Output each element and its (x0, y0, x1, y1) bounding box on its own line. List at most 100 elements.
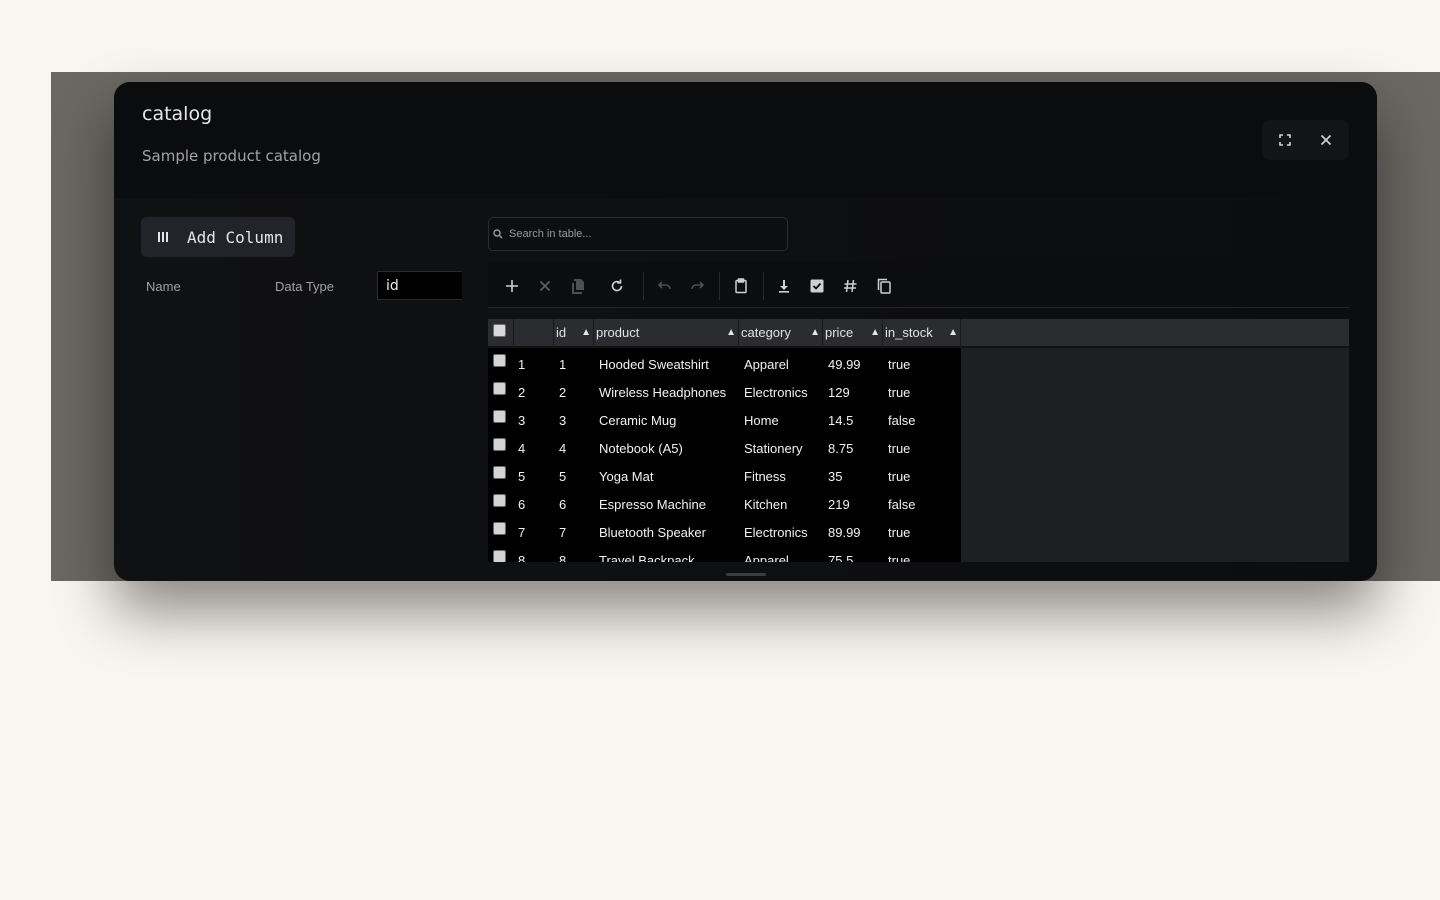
row-number-cell[interactable]: 1 (518, 350, 525, 378)
cell-product[interactable]: Travel Backpack (599, 546, 695, 562)
select-all-checkbox[interactable] (493, 324, 506, 337)
cell-category[interactable]: Home (744, 406, 779, 434)
row-numbers-button[interactable] (836, 273, 864, 299)
cell-category[interactable]: Apparel (744, 546, 789, 562)
paste-button[interactable] (727, 273, 755, 299)
close-button[interactable] (1313, 128, 1339, 152)
table-row[interactable]: 5 5 Yoga Mat Fitness 35 true (488, 462, 961, 490)
search-input[interactable] (509, 228, 769, 240)
cell-in-stock[interactable]: true (888, 546, 910, 562)
row-checkbox[interactable] (493, 354, 506, 367)
download-icon (779, 280, 789, 293)
column-header-id[interactable]: id ▲ (554, 319, 594, 348)
column-header-price[interactable]: price ▲ (823, 319, 883, 348)
row-number-cell[interactable]: 8 (518, 546, 525, 562)
refresh-button[interactable] (603, 273, 631, 299)
cell-product[interactable]: Wireless Headphones (599, 378, 726, 406)
cell-id[interactable]: 1 (559, 350, 566, 378)
cell-price[interactable]: 8.75 (828, 434, 853, 462)
cell-in-stock[interactable]: true (888, 518, 910, 546)
clipboard-icon (735, 278, 747, 294)
cell-id[interactable]: 4 (559, 434, 566, 462)
select-all-header (488, 319, 514, 348)
cell-price[interactable]: 35 (828, 462, 842, 490)
row-checkbox[interactable] (493, 410, 506, 423)
table-row[interactable]: 1 1 Hooded Sweatshirt Apparel 49.99 true (488, 350, 961, 378)
grid-header: id ▲ product ▲ category ▲ price ▲ in_stock ▲ (488, 319, 1349, 348)
row-number-cell[interactable]: 2 (518, 378, 525, 406)
add-column-button[interactable]: Add Column (141, 217, 295, 257)
cell-in-stock[interactable]: false (888, 490, 915, 518)
column-header-in-stock[interactable]: in_stock ▲ (883, 319, 961, 348)
cell-product[interactable]: Ceramic Mug (599, 406, 676, 434)
cell-id[interactable]: 6 (559, 490, 566, 518)
refresh-icon (611, 279, 623, 292)
cell-category[interactable]: Fitness (744, 462, 786, 490)
select-all-button[interactable] (803, 273, 831, 299)
cell-id[interactable]: 5 (559, 462, 566, 490)
cell-price[interactable]: 14.5 (828, 406, 853, 434)
row-checkbox[interactable] (493, 550, 506, 562)
duplicate-button[interactable] (870, 273, 898, 299)
copy-file-button[interactable] (565, 273, 593, 299)
column-header-product[interactable]: product ▲ (594, 319, 739, 348)
table-row[interactable]: 4 4 Notebook (A5) Stationery 8.75 true (488, 434, 961, 462)
table-row[interactable]: 2 2 Wireless Headphones Electronics 129 true (488, 378, 961, 406)
cell-product[interactable]: Yoga Mat (599, 462, 653, 490)
download-button[interactable] (770, 273, 798, 299)
cell-in-stock[interactable]: true (888, 434, 910, 462)
row-number-cell[interactable]: 5 (518, 462, 525, 490)
cell-category[interactable]: Kitchen (744, 490, 787, 518)
cell-in-stock[interactable]: false (888, 406, 915, 434)
cell-price[interactable]: 219 (828, 490, 850, 518)
expand-button[interactable] (1272, 128, 1298, 152)
row-checkbox[interactable] (493, 494, 506, 507)
cell-product[interactable]: Espresso Machine (599, 490, 706, 518)
cell-id[interactable]: 2 (559, 378, 566, 406)
header-actions (1262, 120, 1349, 160)
row-number-cell[interactable]: 4 (518, 434, 525, 462)
column-name-input[interactable] (377, 271, 462, 300)
table-row[interactable]: 6 6 Espresso Machine Kitchen 219 false (488, 490, 961, 518)
expand-icon (1279, 134, 1291, 146)
table-toolbar (488, 262, 1349, 308)
cell-product[interactable]: Notebook (A5) (599, 434, 683, 462)
redo-icon (691, 281, 705, 290)
table-row[interactable]: 7 7 Bluetooth Speaker Electronics 89.99 true (488, 518, 961, 546)
cell-price[interactable]: 49.99 (828, 350, 861, 378)
redo-button[interactable] (684, 273, 712, 299)
row-number-cell[interactable]: 6 (518, 490, 525, 518)
search-icon (493, 229, 503, 239)
row-number-cell[interactable]: 3 (518, 406, 525, 434)
row-checkbox[interactable] (493, 438, 506, 451)
undo-button[interactable] (650, 273, 678, 299)
column-header-category[interactable]: category ▲ (739, 319, 823, 348)
cell-price[interactable]: 89.99 (828, 518, 861, 546)
cell-in-stock[interactable]: true (888, 378, 910, 406)
duplicate-icon (877, 278, 891, 294)
cell-category[interactable]: Apparel (744, 350, 789, 378)
row-number-header (514, 319, 554, 348)
row-checkbox[interactable] (493, 382, 506, 395)
cell-id[interactable]: 7 (559, 518, 566, 546)
table-row[interactable]: 8 8 Travel Backpack Apparel 75.5 true (488, 546, 961, 562)
cell-price[interactable]: 75.5 (828, 546, 853, 562)
add-row-button[interactable] (498, 273, 526, 299)
cell-price[interactable]: 129 (828, 378, 850, 406)
cell-id[interactable]: 8 (559, 546, 566, 562)
cell-id[interactable]: 3 (559, 406, 566, 434)
cell-in-stock[interactable]: true (888, 350, 910, 378)
cell-product[interactable]: Bluetooth Speaker (599, 518, 706, 546)
row-checkbox[interactable] (493, 522, 506, 535)
row-checkbox[interactable] (493, 466, 506, 479)
cell-category[interactable]: Electronics (744, 518, 808, 546)
undo-icon (657, 281, 671, 290)
cell-in-stock[interactable]: true (888, 462, 910, 490)
cell-product[interactable]: Hooded Sweatshirt (599, 350, 709, 378)
cell-category[interactable]: Stationery (744, 434, 803, 462)
delete-row-button[interactable] (531, 273, 559, 299)
resize-handle[interactable] (726, 573, 766, 576)
table-row[interactable]: 3 3 Ceramic Mug Home 14.5 false (488, 406, 961, 434)
cell-category[interactable]: Electronics (744, 378, 808, 406)
row-number-cell[interactable]: 7 (518, 518, 525, 546)
